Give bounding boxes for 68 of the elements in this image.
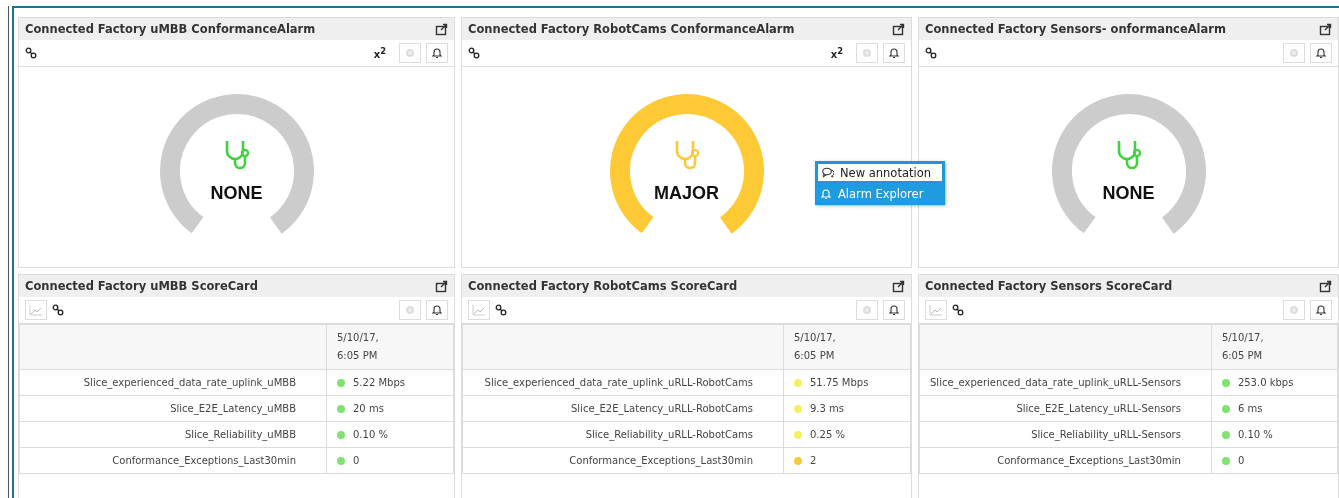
metric-name: Slice_E2E_Latency_uRLL-RobotCams	[462, 395, 784, 422]
metric-name: Slice_experienced_data_rate_uplink_uRLL-RobotCams	[462, 369, 784, 396]
panel-title: Connected Factory uMBB ScoreCard	[25, 279, 258, 293]
link-icon[interactable]	[925, 47, 937, 59]
panel-title: Connected Factory RobotCams ConformanceAlarm	[468, 22, 795, 36]
panel-title: Connected Factory Sensors- onformanceAlarm	[925, 22, 1226, 36]
metric-name: Conformance_Exceptions_Last30min	[462, 447, 784, 474]
severity-label: MAJOR	[654, 182, 719, 204]
metric-name: Slice_experienced_data_rate_uplink_uRLL-Sensors	[919, 369, 1212, 396]
link-icon[interactable]	[25, 47, 37, 59]
metric-value: 6 ms	[1237, 403, 1263, 414]
chart-icon	[929, 304, 943, 316]
bell-icon	[820, 187, 832, 200]
metric-name: Conformance_Exceptions_Last30min	[19, 447, 327, 474]
bell-button[interactable]	[883, 300, 905, 320]
metric-value: 9.3 ms	[810, 403, 845, 414]
metric-value: 0.25 %	[810, 429, 845, 440]
metric-name: Slice_E2E_Latency_uMBB	[19, 395, 327, 422]
metric-name: Slice_experienced_data_rate_uplink_uMBB	[19, 369, 327, 396]
link-icon[interactable]	[52, 304, 64, 316]
popout-icon[interactable]	[1319, 279, 1332, 293]
metric-value: 20 ms	[353, 403, 384, 414]
panel-title: Connected Factory Sensors ScoreCard	[925, 279, 1173, 293]
bell-button[interactable]	[426, 300, 448, 320]
menu-item[interactable]: New annotation	[816, 162, 944, 183]
link-icon[interactable]	[468, 47, 480, 59]
metric-value: 5.22 Mbps	[353, 377, 405, 388]
column-header: 5/10/17, 6:05 PM	[326, 324, 454, 370]
chart-icon	[472, 304, 486, 316]
panel-title: Connected Factory uMBB ConformanceAlarm	[25, 22, 316, 36]
severity-label: NONE	[210, 182, 263, 204]
bell-icon	[431, 47, 443, 59]
link-icon[interactable]	[495, 304, 507, 316]
superscript-button[interactable]: x$^{2}$	[830, 45, 851, 61]
bell-icon	[1315, 304, 1327, 316]
metric-name: Slice_Reliability_uRLL-Sensors	[919, 421, 1212, 448]
metric-value: 0	[1237, 455, 1245, 466]
metric-value: 0	[353, 455, 360, 466]
popout-icon[interactable]	[435, 22, 448, 36]
popout-icon[interactable]	[1319, 22, 1332, 36]
metric-value: 0.10 %	[353, 429, 388, 440]
metric-name: Slice_E2E_Latency_uRLL-Sensors	[919, 395, 1212, 422]
bell-button[interactable]	[883, 43, 905, 63]
metric-name: Slice_Reliability_uMBB	[19, 421, 327, 448]
severity-label: NONE	[1102, 182, 1155, 204]
bell-icon	[888, 47, 900, 59]
chart-icon	[29, 304, 43, 316]
popout-icon[interactable]	[892, 22, 905, 36]
metric-value: 0.10 %	[1237, 429, 1273, 440]
popout-icon[interactable]	[435, 279, 448, 293]
metric-value: 2	[810, 455, 817, 466]
bell-icon	[888, 304, 900, 316]
column-header: 5/10/17, 6:05 PM	[783, 324, 911, 370]
metric-value: 51.75 Mbps	[810, 377, 869, 388]
panel-title: Connected Factory RobotCams ScoreCard	[468, 279, 738, 293]
superscript-button[interactable]: x$^{2}$	[373, 45, 394, 61]
bell-button[interactable]	[426, 43, 448, 63]
popout-icon[interactable]	[892, 279, 905, 293]
comment-icon	[822, 167, 834, 178]
bell-icon	[431, 304, 443, 316]
bell-icon	[1315, 47, 1327, 59]
metric-name: Slice_Reliability_uRLL-RobotCams	[462, 421, 784, 448]
bell-button[interactable]	[1310, 300, 1332, 320]
bell-button[interactable]	[1310, 43, 1332, 63]
column-header: 5/10/17, 6:05 PM	[1211, 324, 1338, 370]
metric-value: 253.0 kbps	[1237, 377, 1294, 388]
metric-name: Conformance_Exceptions_Last30min	[919, 447, 1212, 474]
link-icon[interactable]	[952, 304, 964, 316]
